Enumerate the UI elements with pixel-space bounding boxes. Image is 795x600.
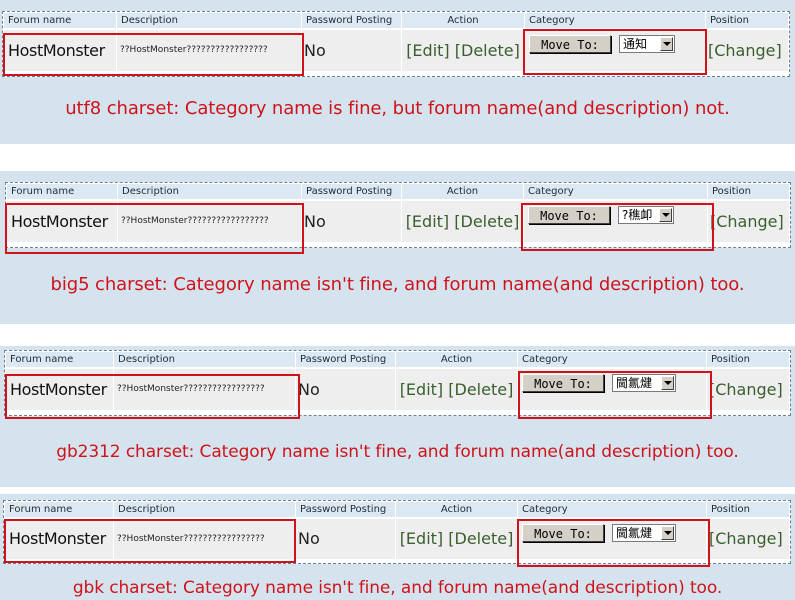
category-selected-value: 通知 bbox=[623, 37, 648, 51]
category-cell: Move To: ?穛卹 bbox=[524, 201, 707, 242]
forum-table-gbk: Forum name Description Password Posting … bbox=[3, 500, 791, 564]
forum-name-cell: HostMonster bbox=[6, 369, 113, 410]
category-selected-value: ?穛卹 bbox=[622, 208, 653, 222]
header-position: Position bbox=[706, 13, 788, 28]
caption-utf8: utf8 charset: Category name is fine, but… bbox=[65, 98, 730, 119]
description-cell: ??HostMonster????????????????? bbox=[114, 369, 295, 410]
category-selected-value: 閫氱煡 bbox=[616, 376, 653, 390]
password-posting-cell: No bbox=[296, 369, 395, 410]
category-select[interactable]: 閫氱煡 bbox=[612, 374, 676, 392]
category-cell: Move To: 閫氱煡 bbox=[518, 519, 706, 559]
dropdown-arrow-icon[interactable] bbox=[660, 37, 673, 51]
header-action: Action bbox=[402, 184, 523, 199]
delete-link[interactable]: [Delete] bbox=[454, 212, 519, 231]
change-link[interactable]: [Change] bbox=[708, 201, 789, 242]
dropdown-arrow-icon[interactable] bbox=[661, 376, 674, 390]
edit-link[interactable]: [Edit] bbox=[406, 212, 449, 231]
delete-link[interactable]: [Delete] bbox=[448, 529, 513, 548]
header-position: Position bbox=[707, 502, 789, 517]
header-forum-name: Forum name bbox=[7, 184, 117, 199]
header-password-posting: Password Posting bbox=[302, 13, 401, 28]
action-cell: [Edit] [Delete] bbox=[396, 369, 517, 410]
forum-table-big5: Forum name Description Password Posting … bbox=[5, 182, 791, 248]
header-forum-name: Forum name bbox=[5, 502, 113, 517]
change-link[interactable]: [Change] bbox=[707, 519, 789, 559]
forum-name-cell: HostMonster bbox=[4, 30, 116, 71]
category-select[interactable]: 通知 bbox=[619, 35, 675, 53]
caption-gb2312: gb2312 charset: Category name isn't fine… bbox=[56, 442, 739, 462]
header-action: Action bbox=[396, 502, 517, 517]
header-position: Position bbox=[708, 184, 789, 199]
password-posting-cell: No bbox=[302, 30, 401, 71]
header-category: Category bbox=[524, 184, 707, 199]
move-to-button[interactable]: Move To: bbox=[529, 35, 611, 53]
move-to-button[interactable]: Move To: bbox=[528, 206, 610, 224]
header-category: Category bbox=[525, 13, 705, 28]
table-row: HostMonster ??HostMonster???????????????… bbox=[4, 518, 790, 559]
table-row: HostMonster ??HostMonster???????????????… bbox=[6, 200, 792, 242]
action-cell: [Edit] [Delete] bbox=[402, 201, 523, 242]
header-password-posting: Password Posting bbox=[302, 184, 401, 199]
header-description: Description bbox=[118, 184, 301, 199]
header-action: Action bbox=[396, 352, 517, 367]
header-category: Category bbox=[518, 502, 706, 517]
delete-link[interactable]: [Delete] bbox=[448, 380, 513, 399]
action-cell: [Edit] [Delete] bbox=[402, 30, 524, 71]
caption-big5: big5 charset: Category name isn't fine, … bbox=[50, 274, 745, 295]
header-password-posting: Password Posting bbox=[296, 352, 395, 367]
header-description: Description bbox=[114, 502, 295, 517]
table-row: HostMonster ??HostMonster???????????????… bbox=[5, 368, 791, 410]
header-action: Action bbox=[402, 13, 524, 28]
password-posting-cell: No bbox=[302, 201, 401, 242]
category-select[interactable]: ?穛卹 bbox=[618, 206, 674, 224]
caption-gbk: gbk charset: Category name isn't fine, a… bbox=[72, 578, 723, 598]
header-position: Position bbox=[707, 352, 789, 367]
description-cell: ??HostMonster????????????????? bbox=[117, 30, 301, 71]
forum-table-utf8: Forum name Description Password Posting … bbox=[2, 11, 790, 77]
action-cell: [Edit] [Delete] bbox=[396, 519, 517, 559]
category-selected-value: 閫氱煡 bbox=[616, 526, 653, 540]
header-forum-name: Forum name bbox=[6, 352, 113, 367]
header-password-posting: Password Posting bbox=[296, 502, 395, 517]
password-posting-cell: No bbox=[296, 519, 395, 559]
header-description: Description bbox=[114, 352, 295, 367]
forum-table-gb2312: Forum name Description Password Posting … bbox=[4, 350, 791, 416]
forum-name-cell: HostMonster bbox=[5, 519, 113, 559]
category-select[interactable]: 閫氱煡 bbox=[612, 524, 676, 542]
description-cell: ??HostMonster????????????????? bbox=[114, 519, 295, 559]
category-cell: Move To: 閫氱煡 bbox=[518, 369, 706, 410]
table-header: Forum name Description Password Posting … bbox=[3, 12, 789, 28]
move-to-button[interactable]: Move To: bbox=[522, 524, 604, 542]
table-header: Forum name Description Password Posting … bbox=[6, 183, 792, 199]
change-link[interactable]: [Change] bbox=[707, 369, 789, 410]
dropdown-arrow-icon[interactable] bbox=[659, 208, 672, 222]
table-header: Forum name Description Password Posting … bbox=[4, 501, 790, 517]
table-header: Forum name Description Password Posting … bbox=[5, 351, 791, 367]
delete-link[interactable]: [Delete] bbox=[455, 41, 520, 60]
edit-link[interactable]: [Edit] bbox=[400, 380, 443, 399]
header-description: Description bbox=[117, 13, 301, 28]
edit-link[interactable]: [Edit] bbox=[400, 529, 443, 548]
header-category: Category bbox=[518, 352, 706, 367]
move-to-button[interactable]: Move To: bbox=[522, 374, 604, 392]
table-row: HostMonster ??HostMonster???????????????… bbox=[3, 29, 789, 71]
change-link[interactable]: [Change] bbox=[706, 30, 788, 71]
category-cell: Move To: 通知 bbox=[525, 30, 705, 71]
forum-name-cell: HostMonster bbox=[7, 201, 117, 242]
description-cell: ??HostMonster????????????????? bbox=[118, 201, 301, 242]
dropdown-arrow-icon[interactable] bbox=[661, 526, 674, 540]
header-forum-name: Forum name bbox=[4, 13, 116, 28]
edit-link[interactable]: [Edit] bbox=[406, 41, 449, 60]
